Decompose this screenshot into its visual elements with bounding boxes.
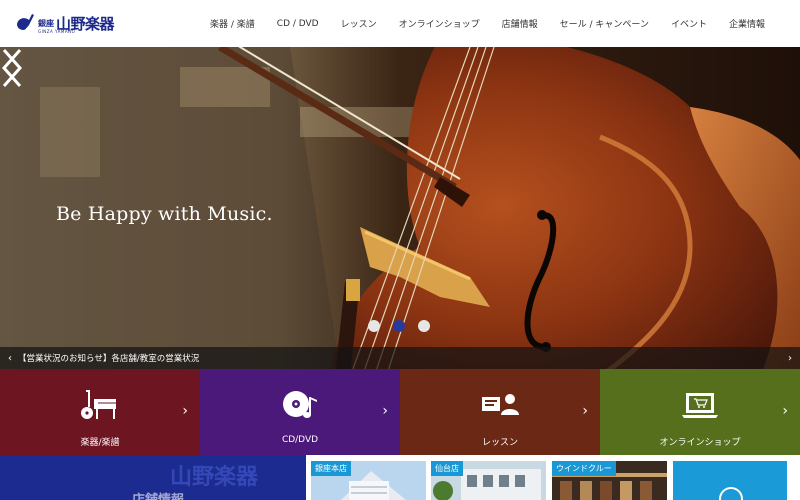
store-banner-text: 店舗情報	[132, 489, 184, 500]
tile-label: レッスン	[481, 438, 518, 448]
tile-label: 楽器/楽譜	[80, 438, 120, 448]
store-thumb-windcrew[interactable]: ウインドクルー	[552, 461, 667, 500]
hero-tagline: Be Happy with Music.	[56, 203, 273, 225]
nav-instruments[interactable]: 楽器 / 楽譜	[199, 17, 266, 30]
contact-box[interactable]	[673, 461, 787, 500]
nav-online-shop[interactable]: オンラインショップ	[388, 17, 491, 30]
store-thumb-sendai[interactable]: 仙台店	[431, 461, 546, 500]
logo-mark-icon	[17, 14, 34, 30]
store-info-banner[interactable]: 山野楽器 店舗情報	[0, 455, 306, 500]
nav-company[interactable]: 企業情報	[718, 17, 776, 30]
news-text[interactable]: 【営業状況のお知らせ】各店舗/教室の営業状況	[18, 352, 199, 364]
hero-slider: Be Happy with Music.	[0, 47, 800, 369]
category-tiles: 楽器/楽譜 › CD/DVD › レッスン › オンラインショップ ›	[0, 369, 800, 455]
chevron-right-icon[interactable]	[0, 47, 24, 89]
tile-label: CD/DVD	[281, 435, 319, 445]
slider-dot-1[interactable]	[368, 320, 380, 332]
chevron-right-icon: ›	[382, 403, 388, 419]
nav-stores[interactable]: 店舗情報	[491, 17, 549, 30]
store-banner-logo: 山野楽器	[170, 465, 259, 490]
lesson-board-icon	[482, 394, 519, 415]
slider-dot-2[interactable]	[393, 320, 405, 332]
nav-lessons[interactable]: レッスン	[330, 17, 388, 30]
store-thumb-label: 仙台店	[431, 461, 463, 476]
chevron-right-icon: ›	[182, 403, 188, 419]
store-thumb-label: ウインドクルー	[552, 461, 616, 476]
news-ticker: ‹ 【営業状況のお知らせ】各店舗/教室の営業状況 ›	[0, 347, 800, 369]
store-section: 山野楽器 店舗情報 銀座本店 仙台店	[0, 455, 800, 500]
slider-dots	[368, 320, 430, 332]
cd-music-icon	[283, 391, 317, 418]
slider-dot-3[interactable]	[418, 320, 430, 332]
tile-cd-dvd[interactable]: CD/DVD ›	[200, 369, 400, 455]
site-header: 銀座 山野楽器 GINZA YAMANO 楽器 / 楽譜 CD / DVD レッ…	[0, 0, 800, 47]
nav-events[interactable]: イベント	[660, 17, 718, 30]
logo-sub-text: GINZA YAMANO	[38, 29, 76, 34]
news-next-icon[interactable]: ›	[788, 353, 792, 364]
laptop-cart-icon	[682, 393, 718, 418]
tile-online-shop[interactable]: オンラインショップ ›	[600, 369, 800, 455]
tile-label: オンラインショップ	[659, 438, 741, 448]
store-thumb-label: 銀座本店	[311, 461, 351, 476]
chat-icon	[719, 487, 743, 500]
tile-instruments[interactable]: 楽器/楽譜 ›	[0, 369, 200, 455]
chevron-right-icon: ›	[582, 403, 588, 419]
piano-guitar-icon	[81, 390, 116, 419]
tile-lessons[interactable]: レッスン ›	[400, 369, 600, 455]
nav-sale[interactable]: セール / キャンペーン	[549, 17, 660, 30]
logo-ginza-text: 銀座	[38, 17, 54, 28]
store-thumb-ginza[interactable]: 銀座本店	[311, 461, 426, 500]
site-logo[interactable]: 銀座 山野楽器 GINZA YAMANO	[14, 10, 115, 36]
main-nav: 楽器 / 楽譜 CD / DVD レッスン オンラインショップ 店舗情報 セール…	[199, 0, 776, 47]
chevron-right-icon: ›	[782, 403, 788, 419]
nav-cd-dvd[interactable]: CD / DVD	[266, 19, 330, 29]
news-prev-icon[interactable]: ‹	[8, 353, 12, 364]
